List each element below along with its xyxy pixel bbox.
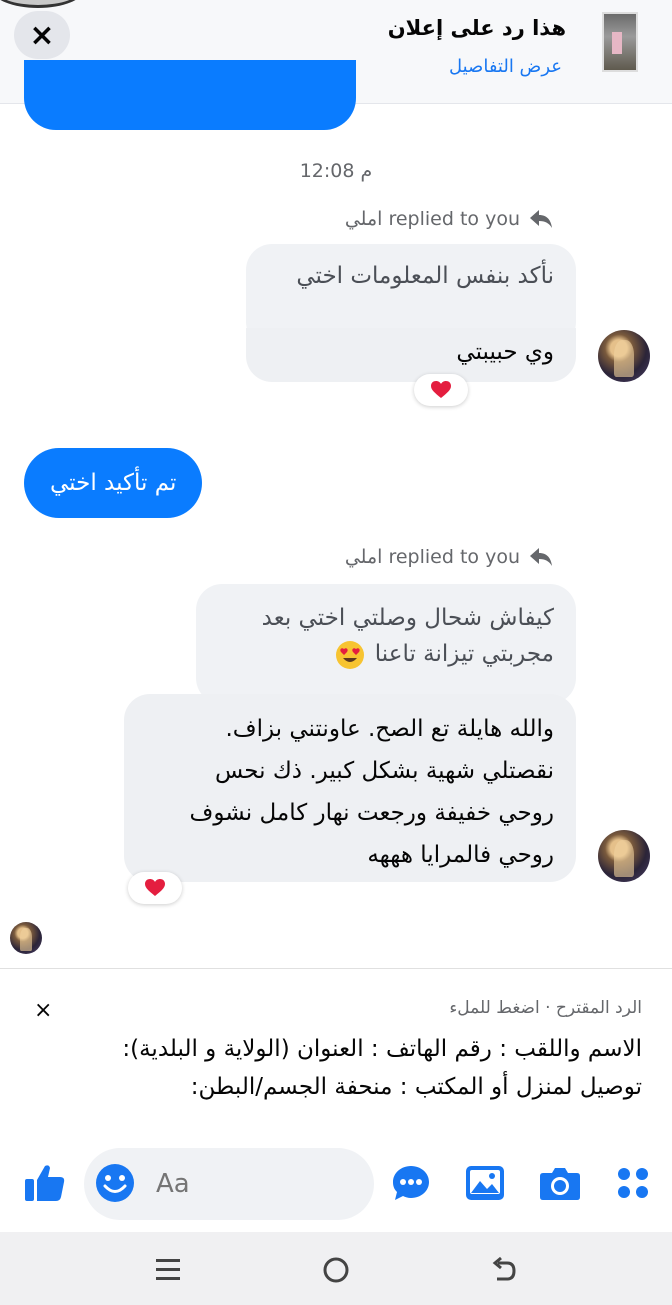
outgoing-message-bubble[interactable]: تم تأكيد اختي <box>24 448 203 518</box>
like-icon <box>25 1165 65 1201</box>
suggested-reply-header: الرد المقترح · اضغط للملء <box>449 998 642 1018</box>
system-navigation-bar <box>0 1232 672 1305</box>
outgoing-message-text: تم تأكيد اختي <box>50 470 177 496</box>
quoted-message-text: مجربتي تيزانة تاعنا <box>374 641 554 667</box>
contact-avatar[interactable] <box>598 830 650 882</box>
ad-banner-title: هذا رد على إعلان <box>387 16 566 40</box>
gallery-icon <box>466 1166 504 1200</box>
divider <box>0 968 672 969</box>
chat-bubble-icon <box>393 1166 429 1200</box>
reply-header: املي replied to you <box>345 546 554 568</box>
message-composer <box>0 1140 672 1232</box>
view-details-link[interactable]: عرض التفاصيل <box>449 56 562 77</box>
home-circle-icon <box>323 1257 349 1283</box>
close-icon: × <box>29 17 55 53</box>
quoted-message[interactable]: كيفاش شحال وصلتي اختي بعد مجربتي تيزانة … <box>196 584 576 704</box>
heart-icon <box>145 879 165 896</box>
ad-thumbnail[interactable] <box>602 12 638 72</box>
apps-button[interactable] <box>610 1160 656 1206</box>
avatar <box>0 0 84 8</box>
message-input[interactable] <box>156 1166 356 1202</box>
home-button[interactable] <box>316 1252 356 1288</box>
quoted-message-line: مجربتي تيزانة تاعنا <box>218 636 554 672</box>
outgoing-message-bubble[interactable] <box>24 60 356 130</box>
reply-arrow-icon <box>530 210 552 228</box>
message-line: والله هايلة تع الصح. عاونتني بزاف. <box>225 716 554 742</box>
close-banner-button[interactable]: × <box>14 11 70 59</box>
incoming-message-bubble[interactable]: والله هايلة تع الصح. عاونتني بزاف. نقصتل… <box>124 694 576 882</box>
message-input-container <box>84 1148 374 1220</box>
heart-reaction[interactable] <box>414 374 468 406</box>
heart-eyes-emoji-icon <box>336 640 365 669</box>
camera-icon <box>540 1168 580 1200</box>
reply-arrow-icon <box>530 548 552 566</box>
apps-icon <box>618 1168 648 1198</box>
reply-header-text: املي replied to you <box>344 546 520 568</box>
like-button[interactable] <box>22 1160 68 1206</box>
heart-reaction[interactable] <box>128 872 182 904</box>
reply-header-text: املي replied to you <box>344 208 520 230</box>
incoming-message-text: وي حبيبتي <box>456 339 554 365</box>
back-arrow-icon <box>492 1256 516 1281</box>
chat-button[interactable] <box>388 1160 434 1206</box>
contact-avatar[interactable] <box>598 330 650 382</box>
quoted-message-text: نأكد بنفس المعلومات اختي <box>296 263 554 289</box>
dismiss-suggestion-button[interactable]: × <box>34 998 52 1023</box>
recent-apps-icon <box>156 1259 180 1280</box>
suggested-reply-text[interactable]: الاسم واللقب : رقم الهاتف : العنوان (الو… <box>12 1030 642 1106</box>
recent-apps-button[interactable] <box>148 1252 188 1288</box>
quoted-message-line: كيفاش شحال وصلتي اختي بعد <box>261 605 554 631</box>
message-timestamp: 12:08 م <box>299 160 373 182</box>
emoji-icon[interactable] <box>92 1160 138 1206</box>
seen-indicator-avatar <box>10 922 42 954</box>
heart-icon <box>431 381 451 398</box>
reply-header: املي replied to you <box>345 208 554 230</box>
camera-button[interactable] <box>537 1160 583 1206</box>
gallery-button[interactable] <box>462 1160 508 1206</box>
message-line: نقصتلي شهية بشكل كبير. ذك نحس <box>214 758 554 784</box>
back-button[interactable] <box>484 1252 524 1288</box>
incoming-message-bubble[interactable]: وي حبيبتي <box>246 328 576 382</box>
message-line: روحي خفيفة ورجعت نهار كامل نشوف <box>189 800 555 826</box>
suggested-reply-line: توصيل لمنزل أو المكتب : منحفة الجسم/البط… <box>190 1074 642 1100</box>
message-line: روحي فالمرايا هههه <box>367 842 554 868</box>
suggested-reply-line: الاسم واللقب : رقم الهاتف : العنوان (الو… <box>122 1036 642 1062</box>
